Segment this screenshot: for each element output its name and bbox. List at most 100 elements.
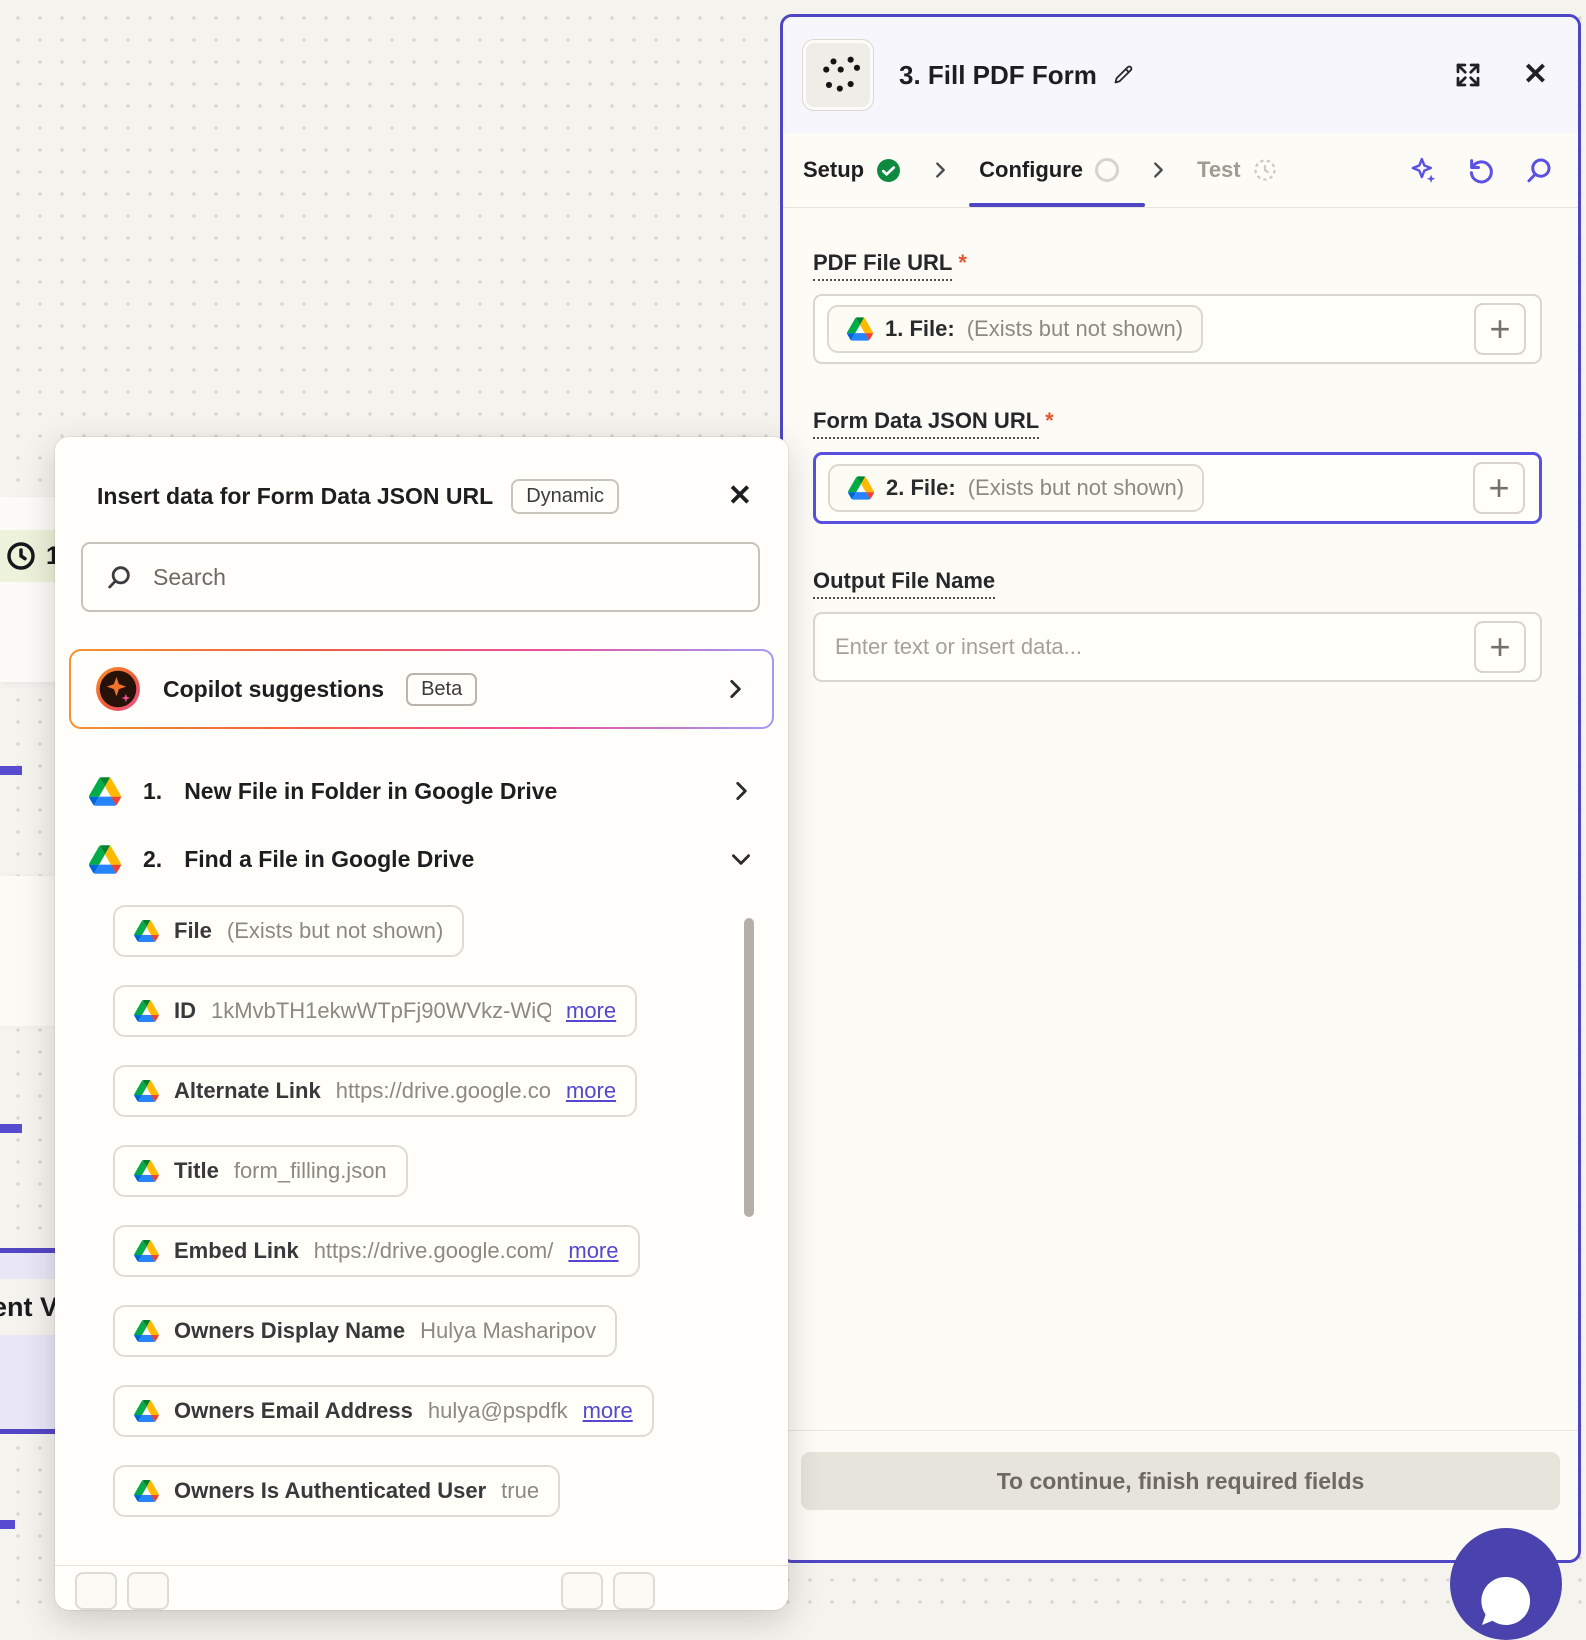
step-panel-header: 3. Fill PDF Form ✕: [783, 17, 1578, 133]
popup-header: Insert data for Form Data JSON URL Dynam…: [55, 437, 788, 514]
mapped-data-token[interactable]: 2. File: (Exists but not shown): [828, 464, 1205, 512]
step-title: 3. Fill PDF Form: [899, 59, 1097, 90]
token-list: File (Exists but not shown) ID 1kMvbTH1e…: [55, 893, 788, 1517]
field-label: Form Data JSON URL: [813, 408, 1040, 439]
popup-footer-button[interactable]: [127, 1572, 169, 1610]
token-name: Title: [174, 1158, 219, 1183]
google-drive-icon: [848, 476, 874, 500]
step-row-new-file-in-folder[interactable]: 1. New File in Folder in Google Drive: [71, 757, 772, 825]
output-file-name-input[interactable]: [827, 634, 1528, 660]
refresh-button[interactable]: [1466, 155, 1496, 185]
step-panel-footer: To continue, finish required fields: [783, 1430, 1578, 1560]
token-value: (Exists but not shown): [966, 316, 1184, 341]
field-form-data-json-url: Form Data JSON URL * 2. File: (Exists but…: [813, 408, 1542, 524]
step-number: 1.: [143, 777, 163, 804]
token-value: (Exists but not shown): [226, 918, 444, 943]
step-title-row: 3. Fill PDF Form: [899, 60, 1135, 91]
more-link[interactable]: more: [583, 1398, 633, 1424]
step-label: New File in Folder in Google Drive: [184, 777, 558, 804]
more-link[interactable]: more: [566, 1078, 616, 1104]
popup-search-box: [81, 542, 760, 612]
pending-clock-icon: [1254, 159, 1276, 181]
token-embed-link[interactable]: Embed Link https://drive.google.com/ mor…: [113, 1225, 640, 1277]
tab-test[interactable]: Test: [1193, 157, 1281, 183]
scrollbar-thumb[interactable]: [744, 918, 754, 1217]
close-panel-button[interactable]: ✕: [1523, 60, 1548, 90]
connector-fragment: [0, 1520, 15, 1529]
more-link[interactable]: more: [566, 998, 616, 1024]
field-label: Output File Name: [813, 568, 996, 599]
token-title[interactable]: Title form_filling.json: [113, 1145, 408, 1197]
tab-label: Setup: [803, 157, 865, 182]
token-name: Owners Display Name: [174, 1318, 406, 1343]
google-drive-icon: [134, 1000, 159, 1022]
undo-refresh-icon: [1469, 159, 1493, 184]
tab-configure[interactable]: Configure: [975, 157, 1123, 183]
form-data-json-url-input[interactable]: 2. File: (Exists but not shown) +: [813, 452, 1542, 524]
google-drive-icon: [134, 1240, 159, 1262]
plus-icon: +: [1489, 308, 1511, 349]
background-step-panel: ent V: [0, 1248, 56, 1434]
step-tab-bar: Setup Configure Test: [783, 133, 1578, 208]
field-search-button[interactable]: [1524, 155, 1554, 185]
popup-footer-button[interactable]: [75, 1572, 117, 1610]
clipped-step-title: ent V: [0, 1291, 56, 1322]
token-owners-is-authenticated-user[interactable]: Owners Is Authenticated User true: [113, 1465, 561, 1517]
search-icon: [1524, 155, 1554, 185]
popup-title: Insert data for Form Data JSON URL: [97, 483, 494, 509]
edit-pencil-icon[interactable]: [1111, 63, 1135, 87]
delay-badge: 1s: [0, 530, 56, 582]
step-row-find-a-file[interactable]: 2. Find a File in Google Drive: [71, 825, 772, 893]
insert-data-button[interactable]: +: [1473, 462, 1525, 514]
connector-fragment: [0, 1124, 22, 1133]
google-drive-icon: [134, 1160, 159, 1182]
close-icon: ✕: [1522, 58, 1548, 91]
popup-footer-button[interactable]: [613, 1572, 655, 1610]
popup-footer: [55, 1565, 788, 1610]
field-label: PDF File URL: [813, 250, 953, 281]
mapped-data-token[interactable]: 1. File: (Exists but not shown): [827, 305, 1204, 353]
continue-button[interactable]: To continue, finish required fields: [801, 1452, 1560, 1510]
token-name: Embed Link: [174, 1238, 299, 1263]
token-owners-email-address[interactable]: Owners Email Address hulya@pspdfk more: [113, 1385, 654, 1437]
token-value: https://drive.google.com/: [313, 1238, 554, 1263]
tab-label: Configure: [979, 157, 1084, 182]
required-asterisk: *: [1045, 408, 1054, 433]
chat-bubble-button[interactable]: [1450, 1528, 1562, 1640]
steps-list: 1. New File in Folder in Google Drive 2.…: [55, 757, 788, 893]
token-id[interactable]: ID 1kMvbTH1ekwWTpFj90WVkz-WiQc more: [113, 985, 638, 1037]
step-config-panel: 3. Fill PDF Form ✕ Setup Configure Test …: [780, 14, 1581, 1563]
chevron-right-icon: [728, 778, 754, 804]
google-drive-icon: [89, 777, 121, 806]
close-icon: ✕: [727, 480, 752, 512]
chevron-right-icon: [1147, 159, 1169, 181]
token-file[interactable]: File (Exists but not shown): [113, 905, 465, 957]
background-step-card: 1s: [0, 497, 57, 682]
token-owners-display-name[interactable]: Owners Display Name Hulya Masharipov: [113, 1305, 618, 1357]
pdf-file-url-input[interactable]: 1. File: (Exists but not shown) +: [813, 294, 1542, 364]
popup-footer-button[interactable]: [561, 1572, 603, 1610]
step-number: 2.: [143, 845, 163, 872]
token-alternate-link[interactable]: Alternate Link https://drive.google.co m…: [113, 1065, 638, 1117]
beta-badge: Beta: [406, 672, 478, 706]
insert-data-button[interactable]: +: [1474, 303, 1526, 355]
check-circle-icon: [877, 158, 901, 182]
tab-setup[interactable]: Setup: [799, 157, 905, 183]
expand-panel-button[interactable]: [1453, 60, 1483, 90]
speech-bubble-icon: [1481, 1576, 1531, 1625]
active-tab-underline: [969, 203, 1145, 207]
expand-icon: [1456, 63, 1480, 87]
more-link[interactable]: more: [568, 1238, 618, 1264]
copilot-suggestions-row[interactable]: Copilot suggestions Beta: [69, 649, 774, 729]
google-drive-icon: [134, 1400, 159, 1422]
required-asterisk: *: [958, 250, 967, 275]
dynamic-badge: Dynamic: [511, 479, 619, 514]
ai-assist-button[interactable]: [1408, 155, 1438, 185]
insert-data-button[interactable]: +: [1474, 621, 1526, 673]
popup-search-input[interactable]: [151, 562, 736, 592]
google-drive-icon: [847, 317, 873, 341]
chevron-down-icon: [728, 846, 754, 872]
chevron-right-icon: [929, 159, 951, 181]
clock-icon: [7, 542, 35, 570]
close-popup-button[interactable]: ✕: [720, 482, 760, 511]
